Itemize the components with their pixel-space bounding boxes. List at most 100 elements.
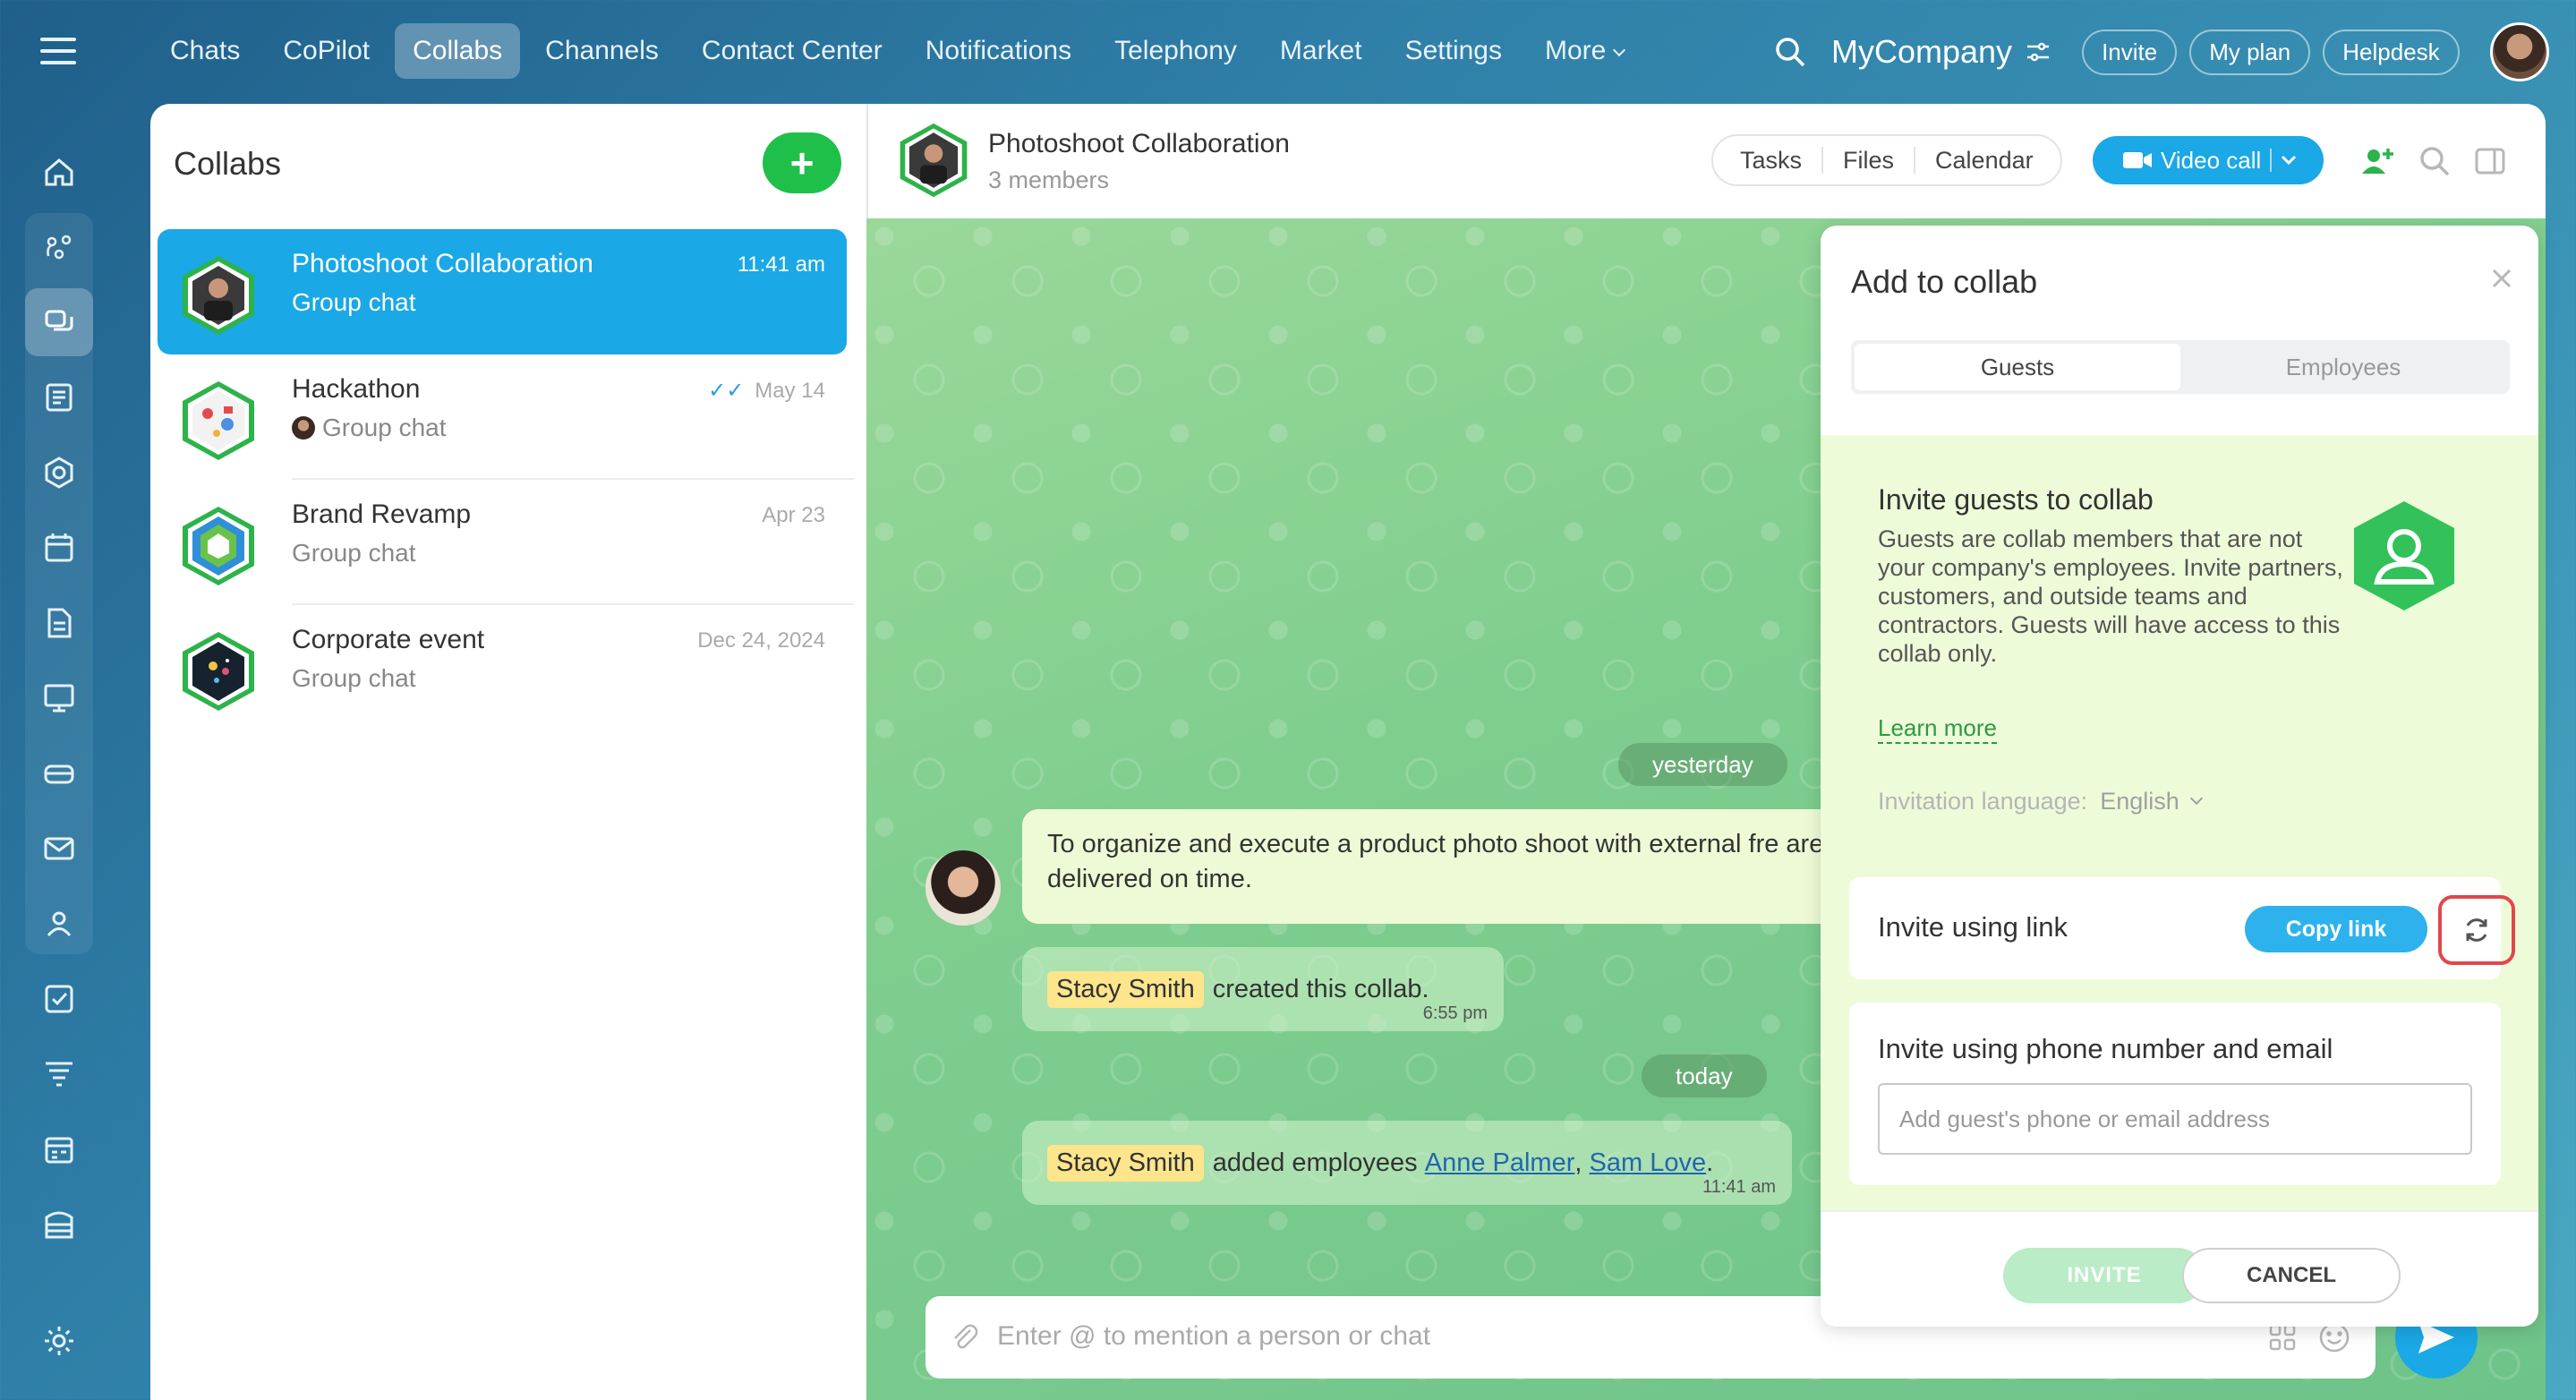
my-plan-button[interactable]: My plan bbox=[2189, 29, 2311, 75]
collabs-icon[interactable] bbox=[25, 288, 93, 356]
tab-employees[interactable]: Employees bbox=[2180, 344, 2506, 390]
collab-avatar bbox=[183, 507, 254, 585]
cancel-button[interactable]: CANCEL bbox=[2182, 1248, 2401, 1303]
collab-item-hackathon[interactable]: Hackathon Group chat ✓✓ May 14 bbox=[158, 354, 854, 480]
mention-tag[interactable]: Stacy Smith bbox=[1047, 970, 1204, 1008]
tab-calendar[interactable]: Calendar bbox=[1915, 147, 2053, 174]
collab-item-name: Hackathon bbox=[292, 374, 421, 404]
boards-icon[interactable] bbox=[34, 673, 84, 723]
collab-item-corporate-event[interactable]: Corporate event Group chat Dec 24, 2024 bbox=[158, 605, 847, 730]
user-avatar[interactable] bbox=[2489, 22, 2549, 81]
sites-icon[interactable] bbox=[34, 1199, 84, 1250]
nav-telephony[interactable]: Telephony bbox=[1096, 23, 1255, 79]
top-nav: Chats CoPilot Collabs Channels Contact C… bbox=[152, 21, 1649, 81]
mail-icon[interactable] bbox=[34, 824, 84, 874]
mention-tag[interactable]: Stacy Smith bbox=[1047, 1144, 1204, 1182]
learn-more-link[interactable]: Learn more bbox=[1878, 714, 1997, 744]
contacts-icon[interactable] bbox=[34, 899, 84, 949]
author-avatar bbox=[292, 416, 315, 440]
collab-avatar bbox=[183, 381, 254, 460]
date-divider-today: today bbox=[1642, 1054, 1767, 1097]
apps-icon[interactable] bbox=[2268, 1323, 2297, 1352]
home-icon[interactable] bbox=[34, 147, 84, 197]
invite-guests-description: Guests are collab members that are not y… bbox=[1878, 525, 2343, 667]
company-name[interactable]: MyCompany bbox=[1831, 33, 2012, 71]
left-rail bbox=[0, 0, 118, 1400]
close-icon[interactable] bbox=[2488, 265, 2515, 292]
collab-item-time: 11:41 am bbox=[737, 252, 825, 277]
message-time: 11:41 am bbox=[1702, 1177, 1776, 1197]
nav-collabs[interactable]: Collabs bbox=[395, 23, 521, 79]
collab-list-title: Collabs bbox=[174, 145, 282, 182]
system-message: Stacy Smith added employees Anne Palmer,… bbox=[1022, 1121, 1792, 1205]
system-message-text: added employees bbox=[1212, 1148, 1418, 1177]
invite-button[interactable]: INVITE bbox=[2003, 1248, 2205, 1303]
tab-files[interactable]: Files bbox=[1823, 147, 1916, 174]
collab-item-time: Apr 23 bbox=[762, 503, 825, 527]
collab-item-time-text: May 14 bbox=[755, 378, 825, 403]
nav-chats[interactable]: Chats bbox=[152, 23, 258, 79]
search-icon[interactable] bbox=[2417, 143, 2452, 179]
invitation-language-row[interactable]: Invitation language: English bbox=[1878, 788, 2203, 815]
collab-item-photoshoot[interactable]: Photoshoot Collaboration Group chat 11:4… bbox=[158, 229, 847, 354]
employee-link[interactable]: Sam Love bbox=[1590, 1148, 1707, 1178]
nav-more[interactable]: More bbox=[1527, 23, 1642, 79]
nav-notifications[interactable]: Notifications bbox=[908, 23, 1089, 79]
collab-item-brand-revamp[interactable]: Brand Revamp Group chat Apr 23 bbox=[158, 480, 854, 605]
tab-guests[interactable]: Guests bbox=[1855, 344, 2180, 390]
refresh-icon bbox=[2466, 918, 2487, 942]
feed-icon[interactable] bbox=[34, 372, 84, 423]
chevron-down-icon[interactable] bbox=[2281, 155, 2297, 166]
invite-section: Invite guests to collab Guests are colla… bbox=[1821, 435, 2538, 1210]
docs-icon[interactable] bbox=[34, 598, 84, 648]
sender-avatar[interactable] bbox=[925, 850, 1001, 926]
regenerate-link-button[interactable] bbox=[2438, 895, 2515, 965]
invitation-language-label: Invitation language: bbox=[1878, 788, 2088, 815]
system-message-text: created this collab. bbox=[1212, 974, 1429, 1003]
message-text: To organize and execute a product photo … bbox=[1047, 830, 1821, 893]
crm-icon[interactable] bbox=[34, 1049, 84, 1099]
video-call-button[interactable]: Video call bbox=[2093, 136, 2324, 184]
groups-icon[interactable] bbox=[34, 448, 84, 498]
copy-link-button[interactable]: Copy link bbox=[2245, 906, 2427, 952]
invite-contact-card: Invite using phone number and email bbox=[1849, 1003, 2501, 1185]
nav-contact-center[interactable]: Contact Center bbox=[684, 23, 900, 79]
settings-icon[interactable] bbox=[34, 1316, 84, 1366]
sidebar-toggle-icon[interactable] bbox=[2472, 143, 2508, 179]
menu-icon[interactable] bbox=[40, 38, 76, 64]
copilot-icon[interactable] bbox=[34, 222, 84, 272]
guest-contact-input[interactable] bbox=[1878, 1083, 2472, 1155]
invite-contact-label: Invite using phone number and email bbox=[1878, 1033, 2333, 1064]
message-bubble[interactable]: To organize and execute a product photo … bbox=[1022, 809, 1821, 924]
nav-settings[interactable]: Settings bbox=[1387, 23, 1520, 79]
attach-icon[interactable] bbox=[949, 1321, 979, 1353]
panel-title: Add to collab bbox=[1851, 263, 2038, 300]
helpdesk-button[interactable]: Helpdesk bbox=[2323, 29, 2460, 75]
add-collab-button[interactable]: + bbox=[763, 132, 841, 193]
chat-members[interactable]: 3 members bbox=[988, 166, 1109, 194]
employee-link[interactable]: Anne Palmer bbox=[1425, 1148, 1575, 1178]
drive-icon[interactable] bbox=[34, 748, 84, 798]
collab-item-sub: Group chat bbox=[292, 414, 447, 442]
collab-item-sub: Group chat bbox=[292, 539, 416, 567]
chat-avatar[interactable] bbox=[895, 122, 972, 199]
add-member-icon[interactable] bbox=[2359, 143, 2395, 179]
search-icon[interactable] bbox=[1772, 34, 1808, 70]
nav-channels[interactable]: Channels bbox=[527, 23, 677, 79]
tab-tasks[interactable]: Tasks bbox=[1720, 147, 1824, 174]
company-settings-icon[interactable] bbox=[2025, 38, 2051, 65]
tasks-icon[interactable] bbox=[34, 974, 84, 1024]
collab-item-name: Corporate event bbox=[292, 625, 485, 654]
chat-title[interactable]: Photoshoot Collaboration bbox=[988, 129, 1290, 159]
invitation-language-value[interactable]: English bbox=[2100, 788, 2179, 815]
invite-button[interactable]: Invite bbox=[2082, 29, 2178, 75]
nav-copilot[interactable]: CoPilot bbox=[265, 23, 388, 79]
calendar-icon[interactable] bbox=[34, 523, 84, 573]
top-right-bar: MyCompany Invite My plan Helpdesk bbox=[1772, 22, 2549, 81]
divider bbox=[2270, 149, 2273, 172]
composer-placeholder: Enter @ to mention a person or chat bbox=[997, 1321, 1431, 1351]
separator: , bbox=[1574, 1148, 1582, 1177]
video-camera-icon bbox=[2123, 152, 2152, 168]
nav-market[interactable]: Market bbox=[1262, 23, 1380, 79]
schedule-icon[interactable] bbox=[34, 1124, 84, 1174]
